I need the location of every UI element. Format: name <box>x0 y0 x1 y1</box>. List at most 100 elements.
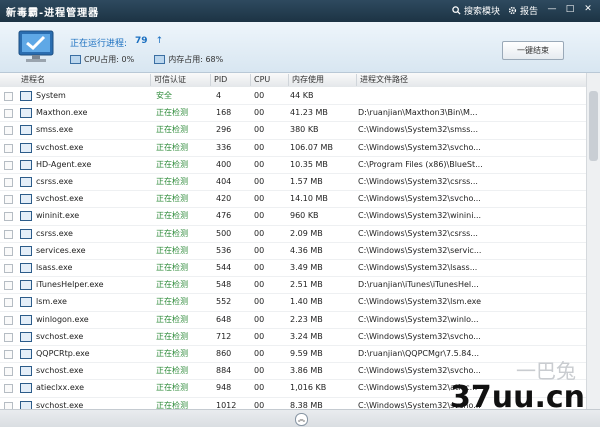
trust-status: 正在检测 <box>156 211 188 221</box>
table-row[interactable]: iTunesHelper.exe 正在检测 548 00 2.51 MB D:\ruanj… <box>0 276 586 295</box>
scrollbar-thumb[interactable] <box>589 91 598 161</box>
row-checkbox[interactable] <box>4 367 13 377</box>
trust-status: 正在检测 <box>156 280 188 290</box>
row-checkbox[interactable] <box>4 143 13 153</box>
row-checkbox[interactable] <box>4 298 13 308</box>
table-row[interactable]: svchost.exe 正在检测 884 00 3.86 MB C:\Windows\Sy… <box>0 362 586 381</box>
column-header-trust[interactable]: 可信认证 <box>150 74 208 86</box>
process-name: svchost.exe <box>36 142 84 152</box>
process-pid: 476 <box>216 211 232 221</box>
end-all-button[interactable]: 一键结束 <box>502 41 564 60</box>
process-memory: 9.59 MB <box>290 349 323 358</box>
minimize-button[interactable]: — <box>544 2 560 17</box>
table-row[interactable]: lsass.exe 正在检测 544 00 3.49 MB C:\Windows\Syst… <box>0 259 586 278</box>
process-name: smss.exe <box>36 125 74 135</box>
table-row[interactable]: svchost.exe 正在检测 420 00 14.10 MB C:\Windows\S… <box>0 190 586 209</box>
process-memory: 3.86 MB <box>290 366 323 376</box>
table-row[interactable]: HD-Agent.exe 正在检测 400 00 10.35 MB C:\Program … <box>0 156 586 174</box>
process-icon <box>20 142 32 153</box>
row-checkbox[interactable] <box>4 246 13 256</box>
process-icon <box>20 125 32 136</box>
trust-status: 正在检测 <box>156 263 188 272</box>
process-path: C:\Windows\System32\csrss... <box>358 228 478 238</box>
process-name: svchost.exe <box>36 400 84 409</box>
watermark: 37uu.cn <box>450 380 585 415</box>
process-pid: 648 <box>216 314 232 324</box>
close-button[interactable]: ✕ <box>580 2 596 17</box>
process-memory: 14.10 MB <box>290 194 328 204</box>
process-cpu: 00 <box>254 125 265 135</box>
row-checkbox[interactable] <box>4 281 13 291</box>
table-row[interactable]: Maxthon.exe 正在检测 168 00 41.23 MB D:\ruanjian\… <box>0 104 586 123</box>
maximize-button[interactable]: □ <box>562 2 578 17</box>
row-checkbox[interactable] <box>4 92 13 101</box>
row-checkbox[interactable] <box>4 401 13 409</box>
process-manager-window: 新毒霸-进程管理器 搜索模块 报告 — □ ✕ 正在运行进程: 79 ↑ CPU… <box>0 0 600 427</box>
row-checkbox[interactable] <box>4 332 13 342</box>
table-row[interactable]: smss.exe 正在检测 296 00 380 KB C:\Windows\System… <box>0 121 586 140</box>
process-name: lsass.exe <box>36 263 73 272</box>
process-cpu: 00 <box>254 194 265 204</box>
search-module-button[interactable]: 搜索模块 <box>452 4 500 17</box>
trust-status: 正在检测 <box>156 314 188 324</box>
title-menu: 搜索模块 报告 <box>452 4 538 17</box>
column-header-name[interactable]: 进程名 <box>18 74 149 86</box>
process-cpu: 00 <box>254 211 265 221</box>
report-button[interactable]: 报告 <box>508 4 538 17</box>
row-checkbox[interactable] <box>4 212 13 222</box>
process-icon <box>20 349 32 359</box>
process-cpu: 00 <box>254 349 265 358</box>
process-path: C:\Windows\System32\svcho... <box>358 331 481 341</box>
collapse-button[interactable]: ︽ <box>295 413 308 426</box>
table-row[interactable]: svchost.exe 正在检测 336 00 106.07 MB C:\Windows\… <box>0 139 586 157</box>
process-icon <box>20 263 32 273</box>
row-checkbox[interactable] <box>4 229 13 239</box>
column-header-path[interactable]: 进程文件路径 <box>356 74 540 86</box>
column-header-cpu[interactable]: CPU <box>250 74 288 86</box>
process-memory: 3.24 MB <box>290 331 323 341</box>
process-name: svchost.exe <box>36 331 84 341</box>
table-row[interactable]: lsm.exe 正在检测 552 00 1.40 MB C:\Windows\System… <box>0 293 586 312</box>
memory-usage-label: 内存占用: 68% <box>168 55 224 64</box>
row-checkbox[interactable] <box>4 264 13 273</box>
process-cpu: 00 <box>254 245 265 255</box>
table-row[interactable]: svchost.exe 正在检测 712 00 3.24 MB C:\Windows\Sy… <box>0 328 586 346</box>
table-row[interactable]: System 安全 4 00 44 KB <box>0 87 586 106</box>
trust-status: 安全 <box>156 91 172 100</box>
process-icon <box>20 177 32 187</box>
table-row[interactable]: csrss.exe 正在检测 500 00 2.09 MB C:\Windows\Syst… <box>0 225 586 243</box>
process-cpu: 00 <box>254 142 265 152</box>
table-row[interactable]: services.exe 正在检测 536 00 4.36 MB C:\Windows\S… <box>0 242 586 260</box>
table-row[interactable]: wininit.exe 正在检测 476 00 960 KB C:\Windows\Sys… <box>0 207 586 226</box>
row-checkbox[interactable] <box>4 315 13 325</box>
process-path: C:\Windows\System32\lsm.exe <box>358 297 482 307</box>
row-checkbox[interactable] <box>4 160 13 170</box>
table-row[interactable]: csrss.exe 正在检测 404 00 1.57 MB C:\Windows\Syst… <box>0 173 586 192</box>
row-checkbox[interactable] <box>4 350 13 359</box>
column-header-pid[interactable]: PID <box>210 74 250 86</box>
row-checkbox[interactable] <box>4 109 13 119</box>
table-row[interactable]: QQPCRtp.exe 正在检测 860 00 9.59 MB D:\ruanjian\Q… <box>0 345 586 364</box>
row-checkbox[interactable] <box>4 126 13 136</box>
process-path: C:\Windows\System32\lsass... <box>358 263 478 272</box>
column-header-memory[interactable]: 内存使用 <box>288 74 356 86</box>
running-label: 正在运行进程: <box>70 39 128 49</box>
vertical-scrollbar[interactable] <box>586 73 600 409</box>
table-row[interactable]: winlogon.exe 正在检测 648 00 2.23 MB C:\Windows\S… <box>0 311 586 329</box>
window-controls: — □ ✕ <box>544 2 596 17</box>
process-cpu: 00 <box>254 331 265 341</box>
row-checkbox[interactable] <box>4 384 13 394</box>
row-checkbox[interactable] <box>4 178 13 187</box>
process-icon <box>20 314 32 325</box>
process-memory: 44 KB <box>290 91 314 100</box>
trust-status: 正在检测 <box>156 108 188 118</box>
process-icon <box>20 194 32 205</box>
usage-stats: CPU占用: 0% 内存占用: 68% <box>70 54 223 65</box>
cpu-usage: CPU占用: 0% <box>70 54 134 65</box>
process-memory: 106.07 MB <box>290 142 333 152</box>
process-icon <box>20 159 32 170</box>
row-checkbox[interactable] <box>4 195 13 205</box>
trust-status: 正在检测 <box>156 228 188 238</box>
process-path: C:\Windows\System32\winini... <box>358 211 482 221</box>
process-cpu: 00 <box>254 366 265 376</box>
